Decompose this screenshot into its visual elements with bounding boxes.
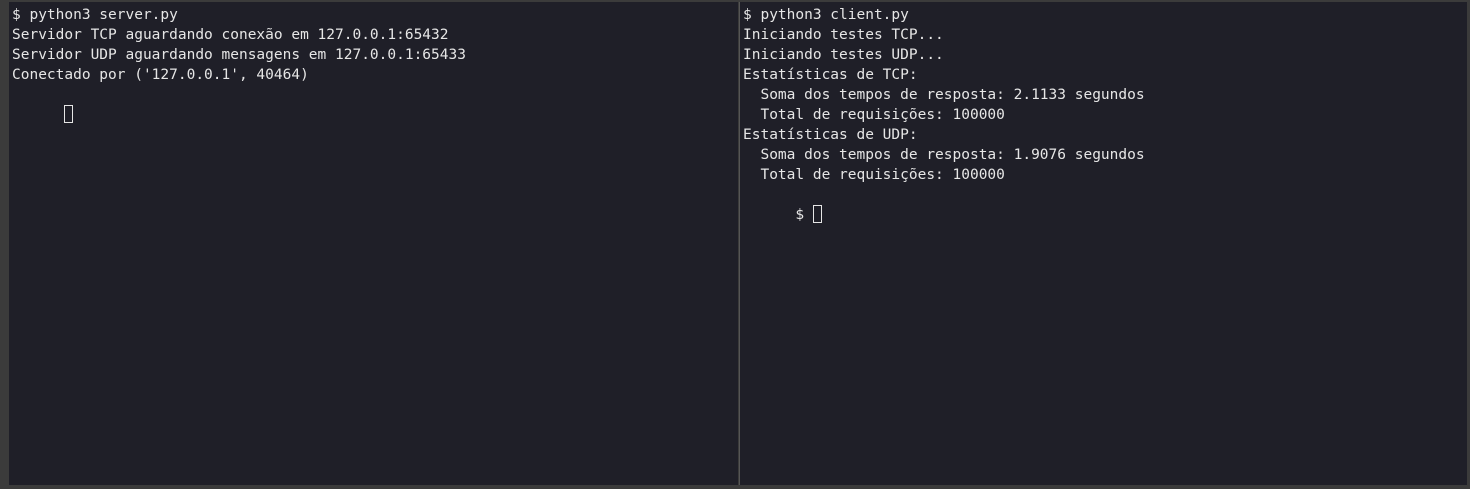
prompt: $ <box>795 207 813 223</box>
prompt-line[interactable] <box>12 85 738 123</box>
terminal-line: Iniciando testes UDP... <box>743 47 944 63</box>
terminal-line: Total de requisições: 100000 <box>743 107 1005 123</box>
terminal-pane-client[interactable]: $ python3 client.py Iniciando testes TCP… <box>739 2 1467 485</box>
terminal-line: Estatísticas de UDP: <box>743 127 918 143</box>
prompt-line[interactable]: $ <box>743 185 1467 223</box>
terminal-window: $ python3 server.py Servidor TCP aguarda… <box>0 0 1470 489</box>
cursor <box>64 105 74 123</box>
terminal-line: Estatísticas de TCP: <box>743 67 918 83</box>
terminal-line: Iniciando testes TCP... <box>743 27 944 43</box>
terminal-line: Soma dos tempos de resposta: 2.1133 segu… <box>743 87 1145 103</box>
terminal-line: Servidor TCP aguardando conexão em 127.0… <box>12 27 449 43</box>
window-edge <box>0 0 9 489</box>
cursor <box>812 205 822 223</box>
terminal-line: Servidor UDP aguardando mensagens em 127… <box>12 47 466 63</box>
terminal-line: Total de requisições: 100000 <box>743 167 1005 183</box>
terminal-line: $ python3 server.py <box>12 7 178 23</box>
terminal-line: Conectado por ('127.0.0.1', 40464) <box>12 67 309 83</box>
terminal-line: Soma dos tempos de resposta: 1.9076 segu… <box>743 147 1145 163</box>
terminal-pane-server[interactable]: $ python3 server.py Servidor TCP aguarda… <box>9 2 738 485</box>
terminal-line: $ python3 client.py <box>743 7 909 23</box>
